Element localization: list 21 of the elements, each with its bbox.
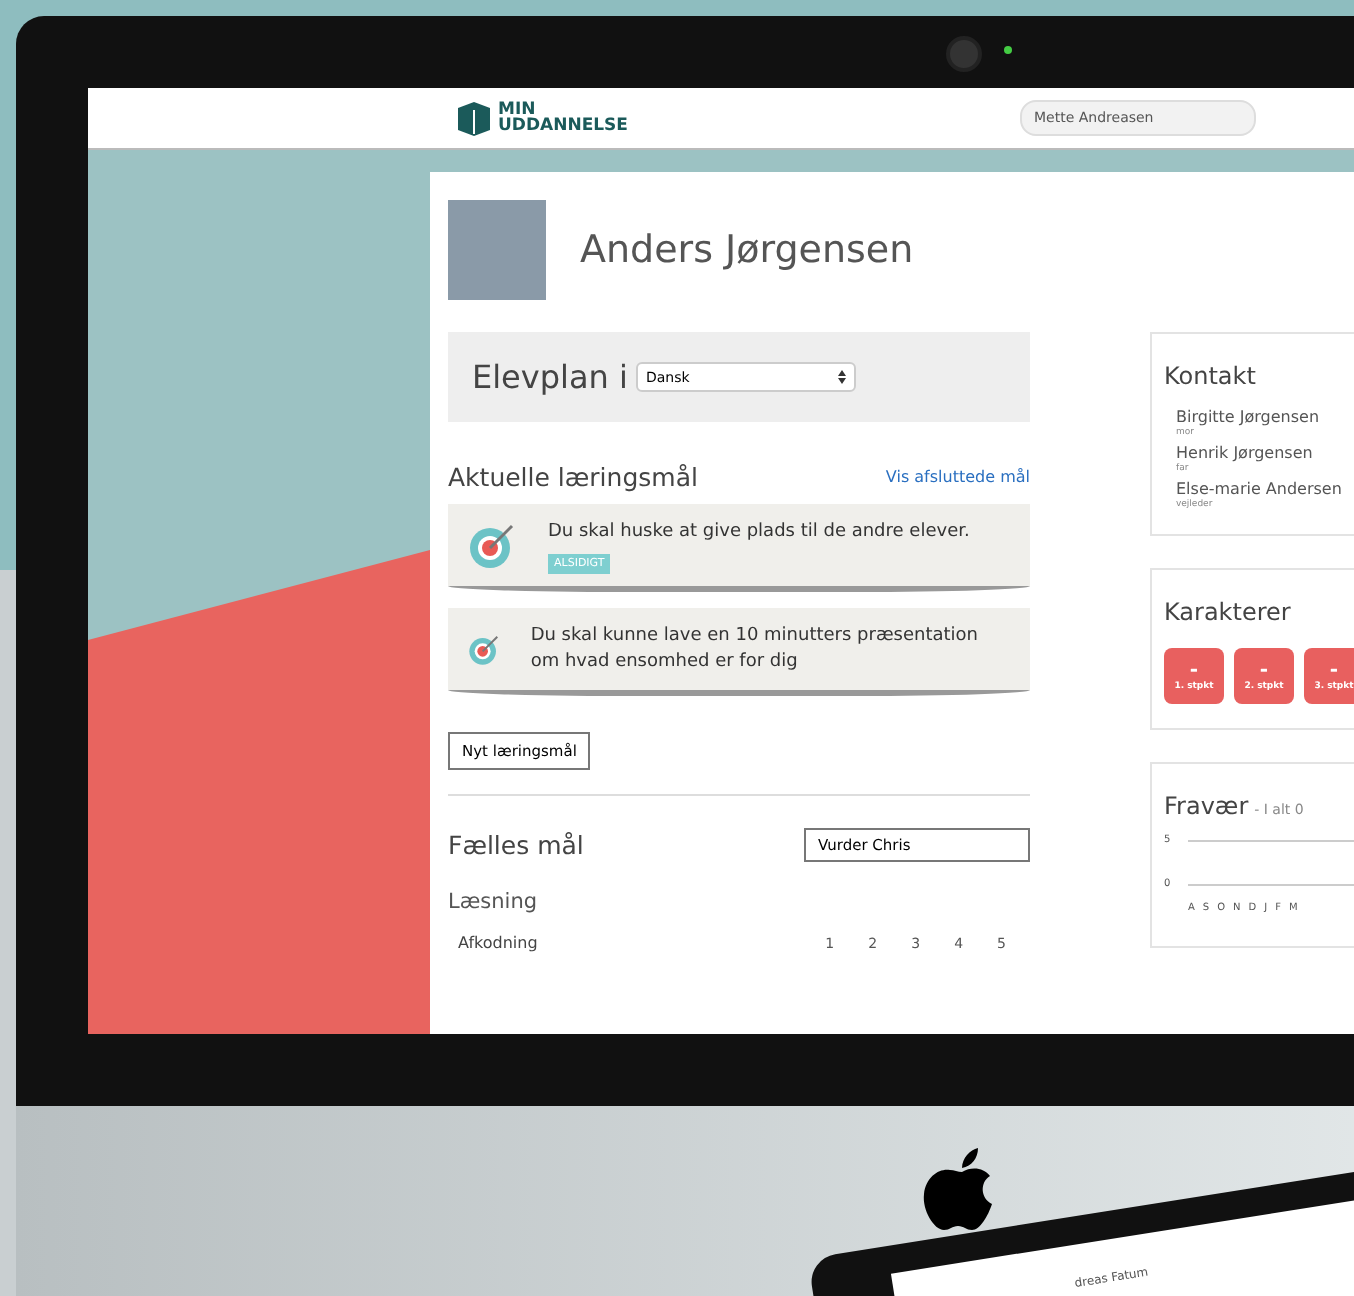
goal-text: Du skal kunne lave en 10 minutters præsentation om hvad ensomhed er for dig [530, 624, 981, 676]
indicator-light [1004, 46, 1012, 54]
section-title: Fælles mål [448, 830, 584, 860]
card-title: Karakterer [1164, 598, 1291, 626]
section-title: Aktuelle læringsmål [448, 462, 698, 492]
contact-name[interactable]: Birgitte Jørgensen [1176, 408, 1354, 426]
camera-icon [946, 36, 982, 72]
goal-text: Du skal huske at give plads til de andre elever. [548, 520, 970, 546]
logo-text: MIN UDDANNELSE [498, 102, 628, 134]
area-title: Læsning [448, 890, 540, 914]
completed-goals-link[interactable]: Vis afsluttede mål [885, 468, 1030, 486]
book-logo-icon [456, 100, 492, 136]
card-title: Fravær [1164, 792, 1249, 820]
photo-placeholder [448, 200, 546, 300]
plan-title: Elevplan i [472, 358, 628, 396]
updown-icon [837, 370, 846, 384]
skill-label: Afkodning [458, 934, 538, 952]
student-name: Anders Jørgensen [580, 228, 914, 272]
contact-name[interactable]: Else-marie Andersen [1176, 480, 1354, 498]
contact-name[interactable]: Henrik Jørgensen [1176, 444, 1354, 462]
card-title: Kontakt [1164, 362, 1256, 390]
